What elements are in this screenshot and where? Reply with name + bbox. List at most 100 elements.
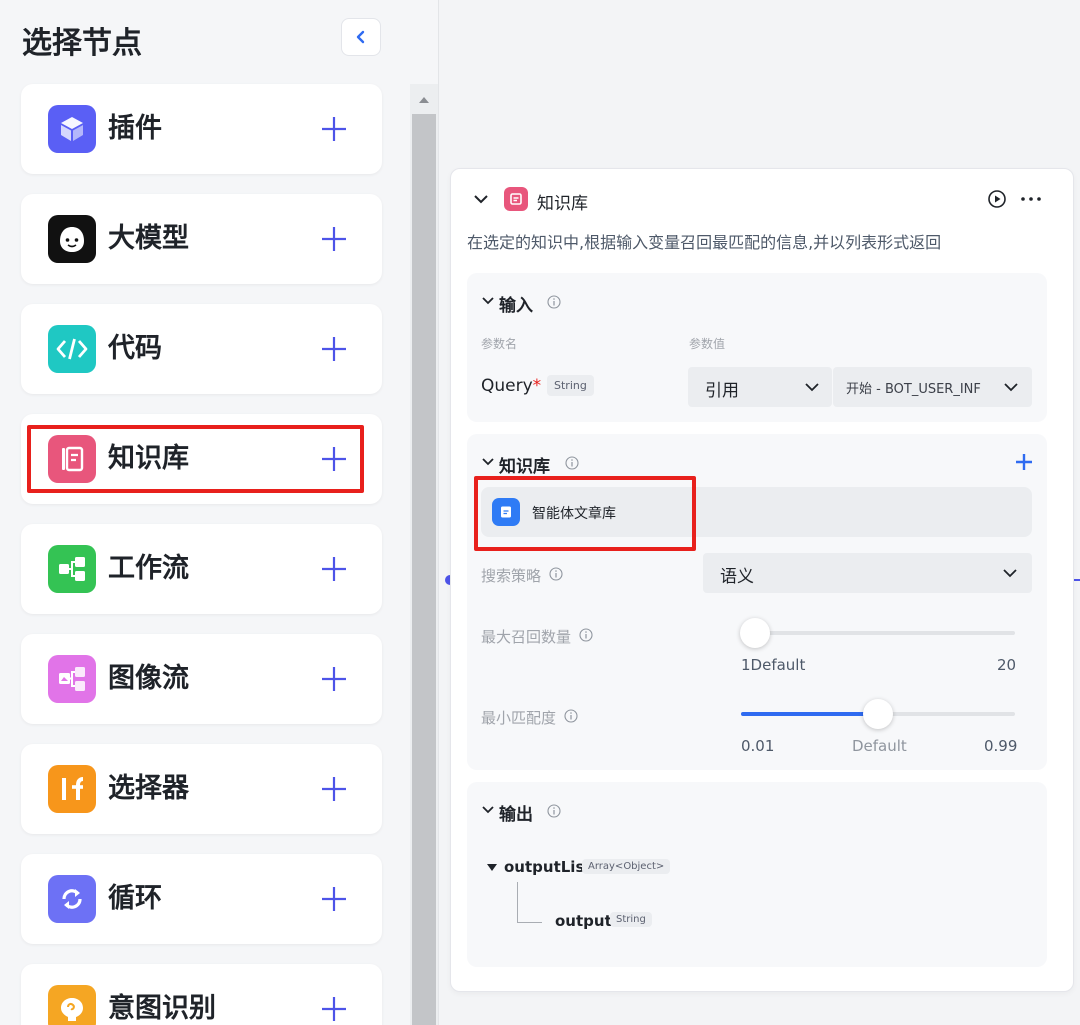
search-strategy-label: 搜索策略 <box>481 567 542 585</box>
max-recall-slider-track[interactable] <box>741 631 1015 635</box>
output-list-name: outputList <box>504 858 592 876</box>
param-name-header: 参数名 <box>481 337 518 351</box>
param-value-select[interactable]: 开始 - BOT_USER_INF <box>833 367 1032 407</box>
node-card-code[interactable]: 代码 <box>21 304 382 394</box>
code-brackets-icon <box>48 325 96 373</box>
max-recall-min: 1Default <box>741 656 805 674</box>
knowledge-node-card[interactable]: 知识库 在选定的知识中,根据输入变量召回最匹配的信息,并以列表形式返回 输入 参… <box>450 168 1074 992</box>
info-icon[interactable] <box>579 628 593 642</box>
node-card-image-flow[interactable]: 图像流 <box>21 634 382 724</box>
document-list-icon <box>504 187 528 211</box>
info-icon[interactable] <box>564 709 578 723</box>
plus-icon[interactable] <box>317 772 351 806</box>
max-recall-max: 20 <box>997 656 1017 674</box>
scrollbar[interactable] <box>410 84 438 1025</box>
plus-icon[interactable] <box>317 552 351 586</box>
node-label: 循环 <box>108 883 162 914</box>
type-tag: String <box>547 375 594 396</box>
max-recall-min-text: 1 <box>741 656 751 674</box>
chevron-down-icon <box>1004 383 1018 392</box>
tree-connector <box>517 882 542 923</box>
info-icon[interactable] <box>547 804 561 818</box>
scroll-up-arrow[interactable] <box>410 90 438 110</box>
info-icon[interactable] <box>547 295 561 309</box>
node-label: 插件 <box>108 113 162 144</box>
output-child-name: output <box>555 912 612 930</box>
chevron-down-icon[interactable] <box>481 456 495 468</box>
if-icon <box>48 765 96 813</box>
node-label: 选择器 <box>108 773 189 804</box>
more-icon[interactable] <box>1020 195 1042 203</box>
chevron-left-icon <box>356 30 365 44</box>
node-label: 意图识别 <box>108 993 216 1024</box>
add-knowledge-plus-icon[interactable] <box>1014 452 1034 472</box>
plus-icon[interactable] <box>317 112 351 146</box>
min-match-slider-fill <box>741 712 878 716</box>
plus-icon[interactable] <box>317 882 351 916</box>
highlight-box <box>474 476 696 551</box>
param-value-text: 开始 - BOT_USER_INF <box>846 382 981 397</box>
node-card-intent[interactable]: 意图识别 <box>21 964 382 1025</box>
collapse-panel-button[interactable] <box>341 18 381 56</box>
node-card-selector[interactable]: 选择器 <box>21 744 382 834</box>
plus-icon[interactable] <box>317 992 351 1025</box>
chevron-down-icon[interactable] <box>473 192 489 206</box>
highlight-box <box>27 425 364 493</box>
scrollbar-thumb[interactable] <box>412 114 436 1025</box>
param-mode-value: 引用 <box>705 381 739 401</box>
node-title: 知识库 <box>537 194 588 214</box>
chevron-down-icon[interactable] <box>481 804 495 816</box>
play-icon[interactable] <box>987 189 1007 209</box>
triangle-up-icon <box>419 97 429 103</box>
plus-icon[interactable] <box>317 332 351 366</box>
chevron-down-icon <box>1003 569 1017 578</box>
max-recall-default-text: Default <box>750 656 806 674</box>
info-icon[interactable] <box>549 567 563 581</box>
param-mode-select[interactable]: 引用 <box>688 367 832 407</box>
brain-icon <box>48 985 96 1025</box>
triangle-down-icon[interactable] <box>487 864 497 872</box>
loop-arrows-icon <box>48 875 96 923</box>
min-match-default: Default <box>852 737 907 755</box>
node-card-plugin[interactable]: 插件 <box>21 84 382 174</box>
chevron-down-icon <box>805 383 819 392</box>
min-match-label: 最小匹配度 <box>481 709 557 727</box>
search-strategy-value: 语义 <box>720 567 754 587</box>
node-header: 知识库 <box>451 169 1073 229</box>
panel-title: 选择节点 <box>22 26 142 61</box>
input-section: 输入 参数名 参数值 Query* String 引用 开始 - BOT_USE… <box>467 273 1047 422</box>
flow-nodes-icon <box>48 545 96 593</box>
min-match-slider-knob[interactable] <box>863 699 893 729</box>
output-list-type: Array<Object> <box>582 859 671 874</box>
robot-face-icon <box>48 215 96 263</box>
chevron-down-icon[interactable] <box>481 295 495 307</box>
node-card-workflow[interactable]: 工作流 <box>21 524 382 614</box>
node-label: 工作流 <box>108 553 189 584</box>
cube-icon <box>48 105 96 153</box>
output-section-title: 输出 <box>499 805 533 825</box>
required-mark: * <box>532 376 542 396</box>
node-card-loop[interactable]: 循环 <box>21 854 382 944</box>
param-value-header: 参数值 <box>689 337 726 351</box>
param-name-text: Query <box>481 376 533 396</box>
plus-icon[interactable] <box>317 222 351 256</box>
max-recall-slider-knob[interactable] <box>739 618 770 648</box>
node-label: 大模型 <box>108 223 189 254</box>
info-icon[interactable] <box>565 456 579 470</box>
search-strategy-select[interactable]: 语义 <box>703 553 1032 593</box>
output-section: 输出 outputList Array<Object> output Strin… <box>467 782 1047 967</box>
node-selection-panel: 选择节点 插件 大模型 代码 知识库 工作流 图像流 选择器 循环 意图识别 <box>0 0 439 1025</box>
max-recall-label: 最大召回数量 <box>481 628 572 646</box>
plus-icon[interactable] <box>317 662 351 696</box>
output-child-type: String <box>610 912 652 927</box>
node-description: 在选定的知识中,根据输入变量召回最匹配的信息,并以列表形式返回 <box>467 233 942 252</box>
node-label: 代码 <box>108 333 162 364</box>
node-card-llm[interactable]: 大模型 <box>21 194 382 284</box>
min-match-min: 0.01 <box>741 737 775 755</box>
node-label: 图像流 <box>108 663 189 694</box>
min-match-max: 0.99 <box>984 737 1018 755</box>
image-flow-icon <box>48 655 96 703</box>
input-section-title: 输入 <box>499 296 533 316</box>
knowledge-section-title: 知识库 <box>499 457 550 477</box>
param-name: Query* <box>481 376 541 396</box>
